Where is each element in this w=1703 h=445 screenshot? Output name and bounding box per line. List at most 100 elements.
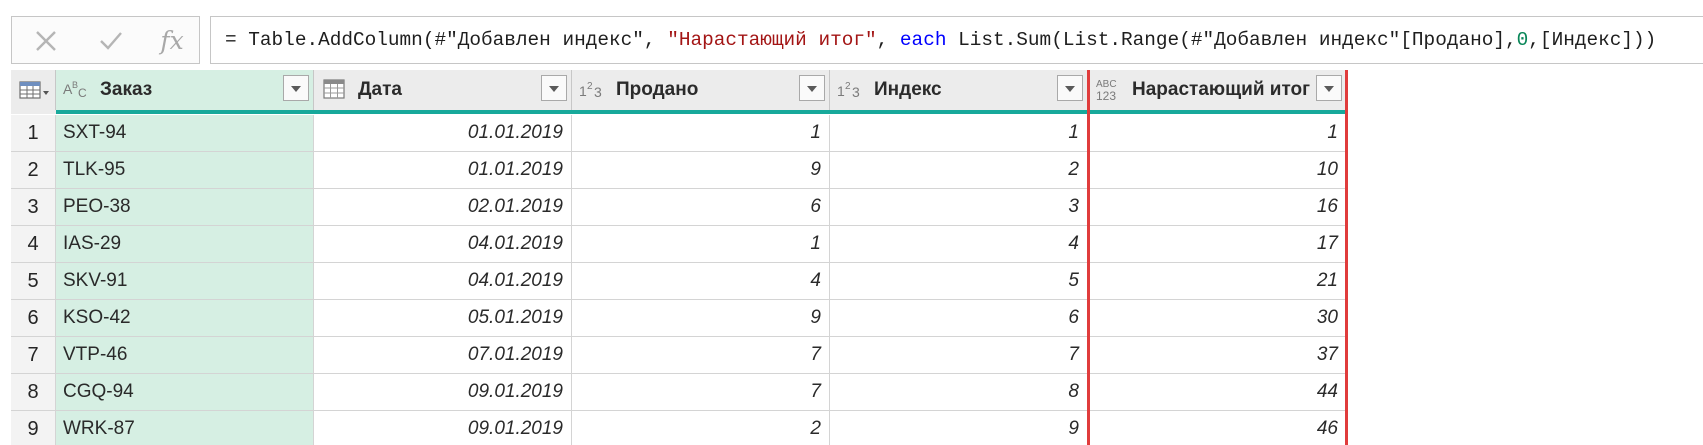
cell-order[interactable]: PEO-38 [56,189,314,226]
cell-order[interactable]: SXT-94 [56,115,314,152]
formula-text: = Table.AddColumn(#"Добавлен индекс", [225,29,668,51]
header-gap [11,110,56,114]
row-number[interactable]: 2 [11,152,56,189]
column-filter-button[interactable] [1316,75,1342,101]
row-number[interactable]: 6 [11,300,56,337]
row-number[interactable]: 9 [11,411,56,445]
cell-sold[interactable]: 9 [572,300,830,337]
column-filter-button[interactable] [283,75,309,101]
row-number[interactable]: 4 [11,226,56,263]
column-filter-button[interactable] [541,75,567,101]
cell-order[interactable]: KSO-42 [56,300,314,337]
cell-sold[interactable]: 2 [572,411,830,445]
any-type-icon[interactable]: ABC 123 [1094,76,1124,102]
formula-string: "Нарастающий итог" [667,29,877,51]
cell-date[interactable]: 09.01.2019 [314,411,572,445]
cell-order[interactable]: VTP-46 [56,337,314,374]
svg-text:2: 2 [587,81,593,92]
table-row: 5 SKV-91 04.01.2019 4 5 21 [11,263,1347,300]
cell-sold[interactable]: 9 [572,152,830,189]
row-number[interactable]: 3 [11,189,56,226]
table-menu-button[interactable] [11,70,56,110]
close-icon[interactable] [31,26,61,56]
number-type-icon[interactable]: 1 2 3 [578,76,608,102]
cell-index[interactable]: 2 [830,152,1088,189]
cell-date[interactable]: 05.01.2019 [314,300,572,337]
cell-date[interactable]: 04.01.2019 [314,226,572,263]
formula-bar-buttons: fx [11,16,200,64]
cell-index[interactable]: 9 [830,411,1088,445]
column-header-label: Нарастающий итог [1132,79,1311,100]
cell-running-total[interactable]: 21 [1088,263,1347,300]
fx-icon[interactable]: fx [157,26,187,56]
table-row: 2 TLK-95 01.01.2019 9 2 10 [11,152,1347,189]
number-type-icon[interactable]: 1 2 3 [836,76,866,102]
cell-index[interactable]: 6 [830,300,1088,337]
svg-text:1: 1 [837,83,845,99]
cell-date[interactable]: 02.01.2019 [314,189,572,226]
cell-running-total[interactable]: 46 [1088,411,1347,445]
column-header-date[interactable]: Дата [314,70,572,110]
cell-date[interactable]: 01.01.2019 [314,115,572,152]
cell-date[interactable]: 07.01.2019 [314,337,572,374]
cell-order[interactable]: WRK-87 [56,411,314,445]
table-row: 4 IAS-29 04.01.2019 1 4 17 [11,226,1347,263]
cell-sold[interactable]: 4 [572,263,830,300]
table-icon [19,81,49,99]
cell-running-total[interactable]: 10 [1088,152,1347,189]
data-grid: A B C Заказ Дата 1 2 3 Продано 1 2 3 Инд… [11,70,1703,445]
formula-number: 0 [1516,29,1529,51]
row-number[interactable]: 5 [11,263,56,300]
svg-text:3: 3 [594,84,602,100]
cell-order[interactable]: IAS-29 [56,226,314,263]
text-type-icon[interactable]: A B C [62,76,92,102]
cell-sold[interactable]: 7 [572,374,830,411]
cell-index[interactable]: 5 [830,263,1088,300]
table-row: 6 KSO-42 05.01.2019 9 6 30 [11,300,1347,337]
formula-text: , [876,29,900,51]
cell-index[interactable]: 4 [830,226,1088,263]
cell-date[interactable]: 01.01.2019 [314,152,572,189]
cell-running-total[interactable]: 1 [1088,115,1347,152]
formula-input[interactable]: = Table.AddColumn(#"Добавлен индекс", "Н… [210,16,1703,64]
cell-index[interactable]: 8 [830,374,1088,411]
cell-running-total[interactable]: 30 [1088,300,1347,337]
column-header-index[interactable]: 1 2 3 Индекс [830,70,1088,110]
table-row: 3 PEO-38 02.01.2019 6 3 16 [11,189,1347,226]
row-number[interactable]: 1 [11,115,56,152]
table-row: 9 WRK-87 09.01.2019 2 9 46 [11,411,1347,445]
check-icon[interactable] [96,26,126,56]
column-header-label: Продано [616,79,699,100]
cell-order[interactable]: SKV-91 [56,263,314,300]
column-filter-button[interactable] [1057,75,1083,101]
cell-index[interactable]: 1 [830,115,1088,152]
cell-index[interactable]: 7 [830,337,1088,374]
cell-index[interactable]: 3 [830,189,1088,226]
cell-sold[interactable]: 7 [572,337,830,374]
table-row: 8 CGQ-94 09.01.2019 7 8 44 [11,374,1347,411]
cell-date[interactable]: 09.01.2019 [314,374,572,411]
formula-text: List.Sum(List.Range(#"Добавлен индекс"[П… [946,29,1517,51]
cell-running-total[interactable]: 44 [1088,374,1347,411]
calendar-icon[interactable] [320,76,350,102]
cell-sold[interactable]: 1 [572,226,830,263]
column-header-running-total[interactable]: ABC 123 Нарастающий итог [1088,70,1347,110]
table-body: 1 SXT-94 01.01.2019 1 1 1 2 TLK-95 01.01… [11,115,1703,445]
cell-order[interactable]: CGQ-94 [56,374,314,411]
column-header-label: Дата [358,79,402,100]
cell-date[interactable]: 04.01.2019 [314,263,572,300]
row-number[interactable]: 8 [11,374,56,411]
column-header-sold[interactable]: 1 2 3 Продано [572,70,830,110]
cell-order[interactable]: TLK-95 [56,152,314,189]
cell-running-total[interactable]: 37 [1088,337,1347,374]
row-number[interactable]: 7 [11,337,56,374]
column-filter-button[interactable] [799,75,825,101]
column-header-order[interactable]: A B C Заказ [56,70,314,110]
svg-text:C: C [78,86,87,100]
cell-running-total[interactable]: 16 [1088,189,1347,226]
cell-sold[interactable]: 6 [572,189,830,226]
svg-text:2: 2 [845,81,851,92]
cell-running-total[interactable]: 17 [1088,226,1347,263]
cell-sold[interactable]: 1 [572,115,830,152]
table-row: 7 VTP-46 07.01.2019 7 7 37 [11,337,1347,374]
